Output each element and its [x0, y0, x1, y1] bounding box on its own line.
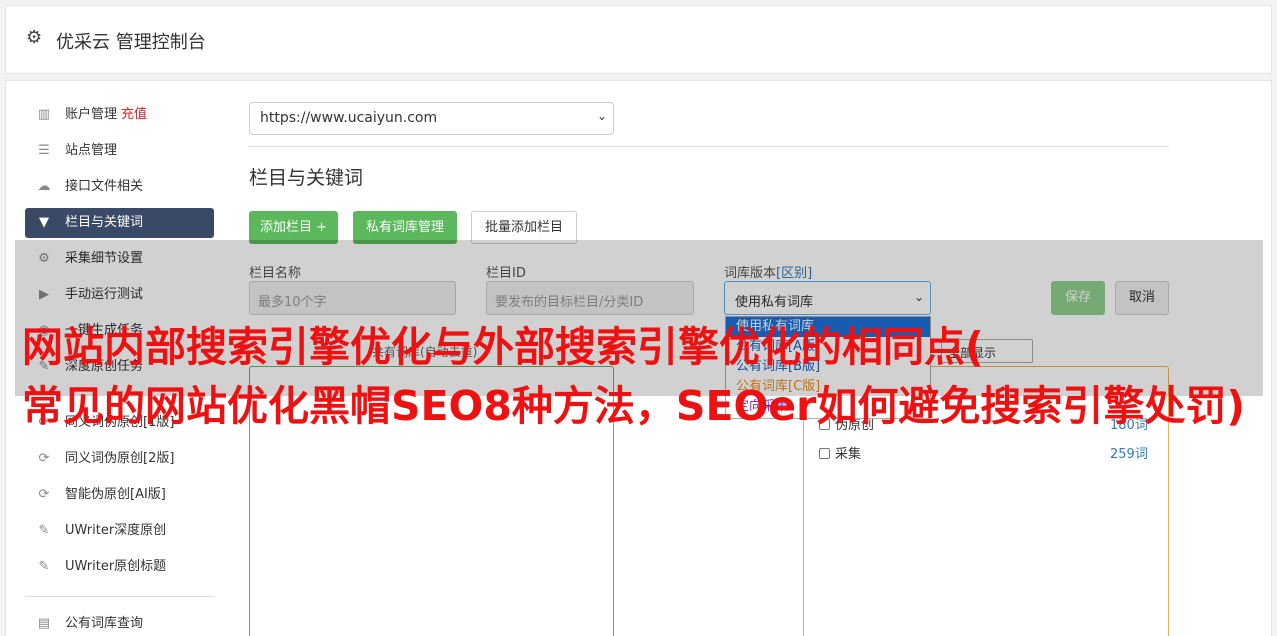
sidebar-item-uwriter[interactable]: ✎ UWriter深度原创: [25, 516, 214, 546]
chart-icon: ▥: [37, 107, 51, 122]
sidebar-item-label: 账户管理: [65, 107, 118, 122]
server-icon: ☰: [38, 143, 50, 158]
gear-icon: ⚙: [26, 27, 43, 48]
chevron-down-icon: ⌄: [596, 109, 607, 123]
edit-icon: ✎: [38, 559, 50, 574]
sidebar-item-label: 接口文件相关: [65, 179, 144, 194]
cloud-upload-icon: ☁: [37, 179, 51, 194]
word-count: 259词: [1110, 447, 1148, 462]
sidebar-item-label: 同义词伪原创[2版]: [65, 451, 175, 466]
app-header: ⚙ 优采云 管理控制台: [5, 5, 1272, 74]
checkbox[interactable]: [819, 448, 830, 459]
overlay-band: [15, 240, 1263, 396]
sidebar-item-sites[interactable]: ☰ 站点管理: [25, 136, 214, 166]
divider: [249, 146, 1169, 147]
sidebar-item-label: 公有词库查询: [65, 616, 144, 631]
option-collect[interactable]: 采集: [819, 443, 861, 462]
sidebar-item-account[interactable]: ▥ 账户管理 充值: [25, 100, 214, 130]
sidebar-item-label: 栏目与关键词: [65, 215, 144, 230]
site-select[interactable]: https://www.ucaiyun.com ⌄: [249, 102, 614, 135]
sidebar-item-uwriter-title[interactable]: ✎ UWriter原创标题: [25, 552, 214, 582]
refresh-icon: ⟳: [38, 451, 50, 466]
sidebar-item-ai[interactable]: ⟳ 智能伪原创[AI版]: [25, 480, 214, 510]
sidebar-item-label: 智能伪原创[AI版]: [65, 487, 166, 502]
sidebar-item-interface[interactable]: ☁ 接口文件相关: [25, 172, 214, 202]
section-title: 栏目与关键词: [249, 167, 364, 189]
sidebar-item-columns[interactable]: ▼ 栏目与关键词: [25, 208, 214, 238]
sidebar-item-label: 站点管理: [65, 143, 118, 158]
sidebar-item-label: UWriter深度原创: [65, 523, 167, 538]
sidebar-item-public-lib[interactable]: ▤ 公有词库查询: [25, 609, 214, 636]
refresh-icon: ⟳: [38, 487, 50, 502]
watermark-line-1: 网站内部搜索引擎优化与外部搜索引擎优化的相同点(: [22, 323, 984, 371]
filter-icon: ▼: [39, 215, 49, 230]
app-title: 优采云 管理控制台: [56, 32, 206, 53]
watermark-line-2: 常见的网站优化黑帽SEO8种方法，SEOer如何避免搜索引擎处罚): [22, 382, 1246, 430]
recharge-badge[interactable]: 充值: [121, 107, 147, 122]
sidebar-item-label: UWriter原创标题: [65, 559, 167, 574]
book-icon: ▤: [37, 616, 51, 631]
sidebar-item-synonym-2[interactable]: ⟳ 同义词伪原创[2版]: [25, 444, 214, 474]
sidebar-divider: [25, 596, 214, 597]
edit-icon: ✎: [38, 523, 50, 538]
